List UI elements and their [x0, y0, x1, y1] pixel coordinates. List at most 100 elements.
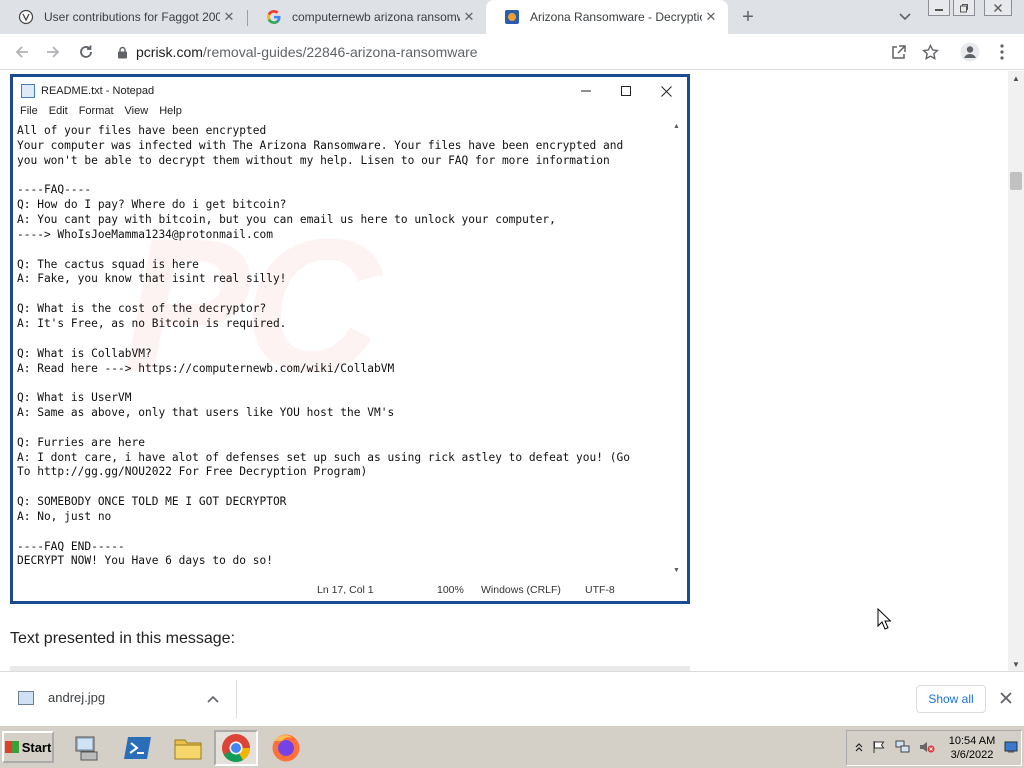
- windows-flag-icon: [4, 741, 19, 753]
- scrollbar-thumb[interactable]: [1010, 172, 1022, 190]
- notepad-close-icon: [658, 83, 674, 99]
- close-download-bar-icon[interactable]: [996, 688, 1016, 708]
- scroll-up-arrow-icon: ▲: [673, 123, 680, 130]
- restore-window-icon[interactable]: [953, 0, 975, 16]
- note-line: A: Fake, you know that isint real silly!: [17, 272, 287, 286]
- menu-file: File: [20, 105, 38, 117]
- clock[interactable]: 10:54 AM 3/6/2022: [943, 734, 1001, 762]
- url-path: /removal-guides/22846-arizona-ransomware: [202, 44, 478, 60]
- note-line: Q: What is the cost of the decryptor?: [17, 302, 267, 316]
- tab-google-search[interactable]: computernewb arizona ransomware ✕: [248, 0, 486, 34]
- start-label: Start: [21, 739, 52, 755]
- chevron-up-icon[interactable]: [204, 690, 222, 708]
- download-filename: andrej.jpg: [48, 690, 106, 705]
- url-host: pcrisk.com: [136, 44, 203, 60]
- tab-title: Arizona Ransomware - Decryption, r: [530, 10, 702, 24]
- note-line: [17, 421, 667, 436]
- tab-title: User contributions for Faggot 2000 -: [44, 10, 220, 24]
- note-line: [17, 287, 667, 302]
- notepad-icon: [21, 84, 35, 98]
- notepad-window: README.txt - Notepad File Edit Format Vi…: [13, 77, 687, 601]
- tab-arizona-ransomware[interactable]: Arizona Ransomware - Decryption, r ✕: [486, 0, 728, 34]
- network-icon[interactable]: [895, 739, 911, 755]
- tray-expand-icon[interactable]: [851, 739, 867, 755]
- reload-icon[interactable]: [73, 39, 99, 65]
- page-content: README.txt - Notepad File Edit Format Vi…: [0, 71, 1008, 671]
- menu-edit: Edit: [48, 105, 68, 117]
- tab-close-icon[interactable]: ✕: [702, 8, 720, 26]
- show-all-button[interactable]: Show all: [916, 685, 986, 713]
- note-line: [17, 376, 667, 391]
- note-line: A: Same as above, only that users like Y…: [17, 406, 395, 420]
- pcrisk-favicon-icon: [504, 9, 520, 25]
- note-line: A: It's Free, as no Bitcoin is required.: [17, 316, 287, 330]
- status-encoding: UTF-8: [585, 584, 615, 596]
- notepad-title: README.txt - Notepad: [41, 85, 155, 97]
- note-line: Your computer was infected with The Ariz…: [17, 138, 624, 152]
- notepad-scrollbar: ▲ ▼: [672, 123, 682, 579]
- chrome-icon[interactable]: [214, 730, 258, 766]
- note-line: ----FAQ END-----: [17, 539, 125, 553]
- note-line: DECRYPT NOW! You Have 6 days to do so!: [17, 554, 273, 568]
- status-position: Ln 17, Col 1: [317, 584, 374, 596]
- note-line: A: No, just no: [17, 509, 112, 523]
- action-center-flag-icon[interactable]: [871, 739, 887, 755]
- start-button[interactable]: Start: [2, 731, 54, 763]
- minimize-window-icon[interactable]: [928, 0, 950, 16]
- note-line: [17, 332, 667, 347]
- note-line: To http://gg.gg/NOU2022 For Free Decrypt…: [17, 465, 368, 479]
- lock-icon[interactable]: [108, 46, 136, 59]
- share-icon[interactable]: [888, 42, 908, 62]
- taskbar: Start 10:54 AM 3/6/2022: [0, 725, 1024, 768]
- close-window-icon[interactable]: [984, 0, 1012, 16]
- note-line: A: I dont care, i have alot of defenses …: [17, 450, 630, 464]
- notepad-minimize-icon: [578, 83, 594, 99]
- note-line: All of your files have been encrypted: [17, 124, 267, 137]
- note-line: Q: How do I pay? Where do i get bitcoin?: [17, 198, 287, 212]
- download-divider: [236, 680, 237, 718]
- clock-date: 3/6/2022: [950, 749, 994, 761]
- menu-dots-icon[interactable]: [992, 42, 1012, 62]
- show-desktop-icon[interactable]: [1003, 739, 1019, 755]
- tab-user-contributions[interactable]: User contributions for Faggot 2000 - ✕: [0, 0, 246, 34]
- back-arrow-icon[interactable]: [9, 39, 35, 65]
- ransom-note-text: All of your files have been encrypted You…: [17, 124, 667, 574]
- address-bar[interactable]: pcrisk.com/removal-guides/22846-arizona-…: [108, 38, 948, 66]
- note-line: Q: The cactus squad is here: [17, 257, 199, 271]
- volume-muted-icon[interactable]: [919, 739, 935, 755]
- page-scrollbar[interactable]: ▲ ▼: [1008, 71, 1024, 671]
- menu-help: Help: [159, 105, 182, 117]
- tab-title: computernewb arizona ransomware: [292, 10, 460, 24]
- clock-time: 10:54 AM: [948, 735, 996, 747]
- firefox-icon[interactable]: [264, 730, 308, 766]
- note-line: ----> WhoIsJoeMamma1234@protonmail.com: [17, 227, 273, 241]
- mouse-cursor-icon: [877, 607, 892, 635]
- download-item[interactable]: andrej.jpg: [18, 690, 105, 705]
- note-line: A: Read here ---> https://computernewb.c…: [17, 361, 395, 375]
- status-zoom: 100%: [437, 584, 464, 596]
- scroll-up-icon[interactable]: ▲: [1008, 71, 1024, 85]
- forward-arrow-icon[interactable]: [40, 39, 66, 65]
- tab-strip: User contributions for Faggot 2000 - ✕ c…: [0, 0, 1024, 34]
- tab-search-chevron-icon[interactable]: [894, 6, 916, 28]
- powershell-icon[interactable]: [116, 730, 160, 766]
- system-tray: 10:54 AM 3/6/2022: [846, 730, 1022, 766]
- note-line: you won't be able to decrypt them withou…: [17, 153, 610, 167]
- tab-close-icon[interactable]: ✕: [460, 8, 478, 26]
- new-tab-button[interactable]: +: [736, 5, 760, 29]
- note-line: ----FAQ----: [17, 183, 92, 197]
- note-line: [17, 169, 667, 184]
- bookmark-star-icon[interactable]: [920, 42, 940, 62]
- note-line: A: You cant pay with bitcoin, but you ca…: [17, 213, 556, 227]
- tab-close-icon[interactable]: ✕: [220, 8, 238, 26]
- scroll-down-icon[interactable]: ▼: [1008, 657, 1024, 671]
- computer-icon[interactable]: [66, 730, 110, 766]
- google-favicon-icon: [266, 9, 282, 25]
- browser-toolbar: pcrisk.com/removal-guides/22846-arizona-…: [0, 34, 1024, 70]
- file-explorer-icon[interactable]: [166, 730, 210, 766]
- note-line: Q: SOMEBODY ONCE TOLD ME I GOT DECRYPTOR: [17, 495, 287, 509]
- note-line: [17, 480, 667, 495]
- profile-avatar-icon[interactable]: [960, 42, 980, 62]
- notepad-maximize-icon: [618, 83, 634, 99]
- notepad-titlebar: README.txt - Notepad: [13, 77, 687, 105]
